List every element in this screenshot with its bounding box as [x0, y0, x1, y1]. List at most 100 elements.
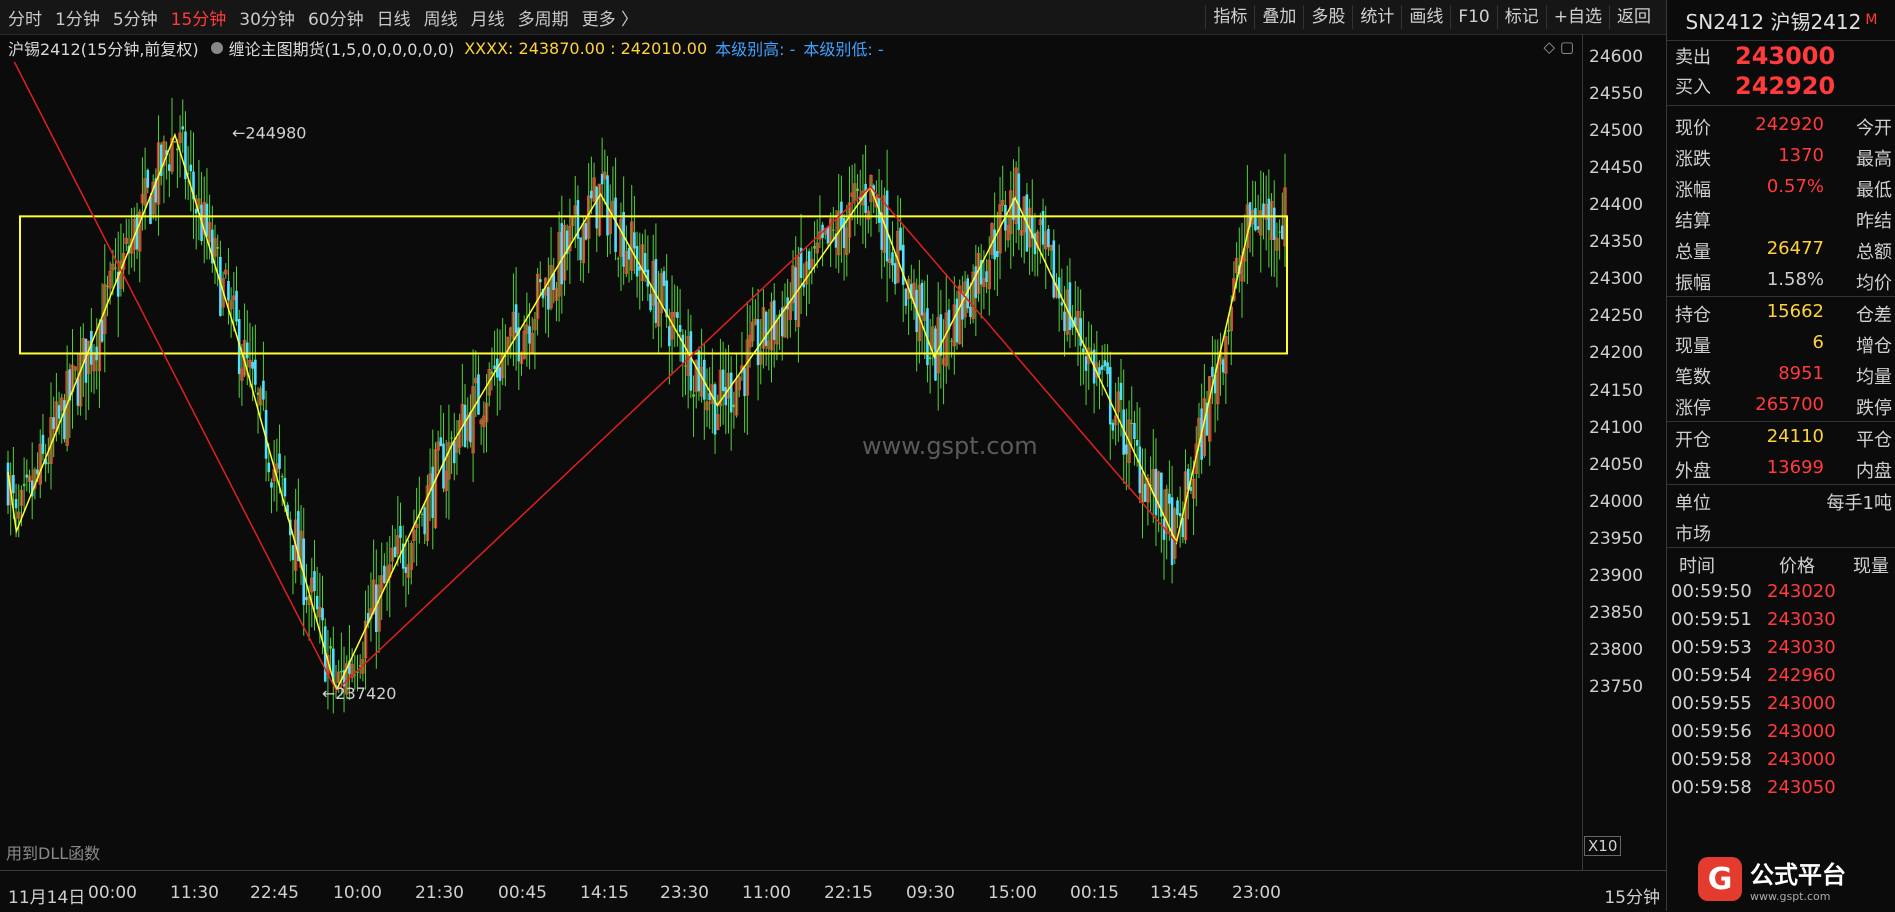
quote-label-right: 总额	[1856, 242, 1892, 263]
period-tab[interactable]: 5分钟	[113, 5, 158, 30]
buy-value: 242920	[1735, 72, 1836, 100]
candle-body	[383, 565, 386, 584]
candle-body	[12, 474, 15, 494]
period-label: 15分钟	[1604, 888, 1660, 908]
toolbar-button[interactable]: 指标	[1205, 5, 1254, 29]
quote-label: 单位	[1675, 493, 1711, 514]
candle-body	[649, 293, 652, 311]
time-axis[interactable]: 15分钟 11月14日 00:00 11:30 22:45 10:00 21:30 00:4…	[0, 870, 1666, 912]
candle-body	[52, 417, 56, 429]
candle-body	[1189, 486, 1193, 491]
toolbar-button[interactable]: 统计	[1352, 5, 1401, 29]
price-tick: 23800	[1589, 639, 1644, 660]
candle-body	[1133, 422, 1136, 439]
quote-row: 持仓 15662 仓差	[1667, 297, 1895, 328]
period-tab[interactable]: 更多 〉	[582, 5, 638, 30]
eye-icon[interactable]	[210, 42, 223, 54]
indicator-xxxx: XXXX: 243870.00 : 242010.00	[464, 38, 708, 58]
quote-value: 24110	[1766, 426, 1824, 447]
candle-body	[305, 596, 308, 601]
candle-body	[6, 462, 10, 506]
x10-button[interactable]: X10	[1584, 836, 1622, 856]
price-axis[interactable]: 24600 24550 24500 24450 24400 24350 24300 24250…	[1582, 34, 1667, 870]
time-tick: 11:30	[170, 883, 219, 903]
candle-body	[181, 126, 185, 130]
candle-body	[267, 462, 271, 473]
tick-price: 243030	[1767, 609, 1836, 630]
ticks-vol-header: 现量	[1853, 556, 1889, 577]
logo-name: 公式平台	[1750, 861, 1846, 889]
period-tab[interactable]: 多周期	[518, 5, 569, 30]
candle-body	[173, 141, 176, 143]
period-tab[interactable]: 1分钟	[55, 5, 100, 30]
price-tick: 24050	[1589, 454, 1644, 475]
candle-body	[146, 169, 150, 188]
market-mark: M	[1865, 12, 1878, 28]
candle-body	[1111, 422, 1115, 431]
candle-body	[893, 263, 897, 285]
candle-body	[291, 545, 295, 561]
period-tabs: 分时 1分钟 5分钟 15分钟 30分钟 60分钟 日线 周线 月线 多周期 更多 〉	[8, 0, 651, 34]
candle-body	[168, 164, 171, 171]
period-tab[interactable]: 60分钟	[308, 5, 364, 30]
quote-label-right: 最高	[1856, 149, 1892, 170]
time-tick: 23:30	[660, 883, 709, 903]
quote-value: 265700	[1755, 394, 1824, 415]
candle-body	[807, 251, 811, 270]
candle-body	[205, 203, 209, 237]
price-tick: 24550	[1589, 84, 1644, 105]
toolbar-button[interactable]: 叠加	[1254, 5, 1303, 29]
quote-value: 26477	[1766, 238, 1824, 259]
quote-row: 笔数 8951 均量	[1667, 359, 1895, 390]
toolbar-button[interactable]: +自选	[1545, 5, 1609, 29]
period-tab[interactable]: 日线	[377, 5, 411, 30]
chart-tools-icon[interactable]: ◇ ▢	[1544, 38, 1574, 56]
candle-body	[423, 507, 427, 535]
tick-price: 243000	[1767, 721, 1836, 742]
toolbar-button[interactable]: 标记	[1496, 5, 1546, 29]
candle-body	[149, 196, 152, 224]
toolbar-button[interactable]: 返回	[1609, 5, 1658, 29]
quote-label: 外盘	[1675, 461, 1711, 482]
watermark: www.gspt.com	[862, 432, 1038, 460]
period-tab[interactable]: 周线	[424, 5, 458, 30]
candle-body	[1068, 282, 1072, 330]
candle-body	[1098, 367, 1101, 375]
toolbar-button[interactable]: 画线	[1401, 5, 1450, 29]
candle-body	[891, 252, 894, 266]
candle-body	[321, 608, 324, 621]
ticks-time-header: 时间	[1679, 556, 1715, 577]
candle-body	[254, 359, 257, 385]
candle-body	[1052, 240, 1056, 298]
tick-list[interactable]: 00:59:50 243020 00:59:51 243030 00:59:53 2430…	[1667, 578, 1895, 802]
price-tick: 24600	[1589, 47, 1644, 67]
candle-body	[676, 312, 679, 318]
candle-body	[616, 258, 620, 260]
candle-body	[270, 482, 273, 488]
candle-body	[452, 441, 456, 464]
candle-body	[477, 374, 480, 415]
period-tab[interactable]: 分时	[8, 5, 42, 30]
candle-body	[590, 190, 593, 199]
toolbar-button[interactable]: 多股	[1303, 5, 1352, 29]
candle-body	[724, 387, 728, 406]
site-logo: G 公式平台 www.gspt.com	[1698, 852, 1890, 906]
candle-body	[76, 377, 80, 406]
candle-body	[1125, 444, 1128, 455]
indicator-name[interactable]: 缠论主图期货(1,5,0,0,0,0,0,0)	[229, 36, 455, 60]
candle-body	[1221, 359, 1225, 373]
candle-body	[904, 288, 908, 306]
level-low: 本级别低: -	[803, 40, 884, 59]
kline-chart[interactable]: ←244980 ←237420	[0, 49, 1582, 870]
kline-svg[interactable]: ←244980 ←237420	[0, 49, 1582, 870]
time-tick: 13:45	[1150, 883, 1199, 903]
period-tab[interactable]: 15分钟	[171, 5, 227, 30]
candle-body	[22, 483, 26, 487]
period-tab[interactable]: 月线	[471, 5, 505, 30]
period-tab[interactable]: 30分钟	[239, 5, 295, 30]
candle-body	[315, 595, 319, 610]
candle-body	[600, 173, 604, 185]
toolbar-button[interactable]: F10	[1450, 5, 1496, 29]
quote-label-right: 今开	[1856, 118, 1892, 139]
candle-body	[993, 229, 996, 260]
